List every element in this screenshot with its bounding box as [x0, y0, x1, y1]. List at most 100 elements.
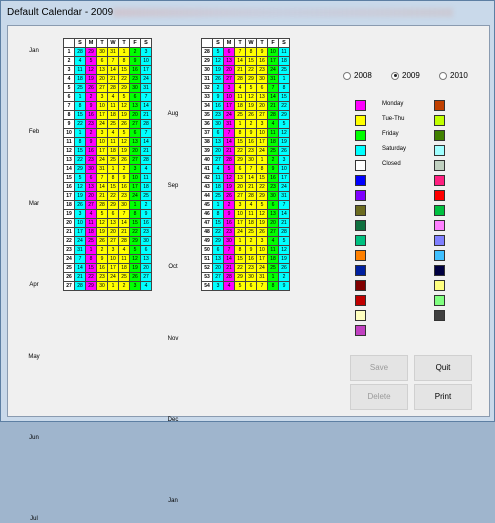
day-cell[interactable]: 11 — [140, 173, 152, 183]
day-cell[interactable]: 9 — [140, 209, 152, 219]
day-cell[interactable]: 24 — [234, 227, 246, 237]
day-cell[interactable]: 17 — [234, 218, 246, 228]
day-cell[interactable]: 21 — [107, 74, 119, 84]
color-swatch-right[interactable] — [434, 205, 445, 216]
day-cell[interactable]: 20 — [267, 218, 279, 228]
day-cell[interactable]: 10 — [223, 92, 235, 102]
day-cell[interactable]: 10 — [267, 47, 279, 57]
day-cell[interactable]: 22 — [107, 191, 119, 201]
day-cell[interactable]: 23 — [245, 263, 257, 273]
day-cell[interactable]: 25 — [140, 191, 152, 201]
day-cell[interactable]: 23 — [96, 272, 108, 282]
save-button[interactable]: Save — [350, 355, 408, 381]
day-cell[interactable]: 18 — [245, 218, 257, 228]
day-cell[interactable]: 18 — [107, 110, 119, 120]
day-cell[interactable]: 20 — [140, 263, 152, 273]
day-cell[interactable]: 17 — [278, 173, 290, 183]
day-cell[interactable]: 3 — [96, 128, 108, 138]
day-cell[interactable]: 25 — [107, 119, 119, 129]
color-swatch-right[interactable] — [434, 295, 445, 306]
day-cell[interactable]: 12 — [245, 92, 257, 102]
day-cell[interactable]: 7 — [256, 281, 268, 291]
day-cell[interactable]: 10 — [107, 254, 119, 264]
day-cell[interactable]: 22 — [234, 146, 246, 156]
day-cell[interactable]: 29 — [212, 236, 224, 246]
day-cell[interactable]: 25 — [118, 272, 130, 282]
day-cell[interactable]: 19 — [278, 254, 290, 264]
day-cell[interactable]: 12 — [223, 173, 235, 183]
day-cell[interactable]: 14 — [234, 56, 246, 66]
day-cell[interactable]: 17 — [256, 137, 268, 147]
day-cell[interactable]: 5 — [85, 56, 97, 66]
day-cell[interactable]: 13 — [267, 209, 279, 219]
day-cell[interactable]: 19 — [129, 263, 141, 273]
day-cell[interactable]: 28 — [234, 74, 246, 84]
day-cell[interactable]: 27 — [129, 119, 141, 129]
calendar-grid-left[interactable]: S M T W T F S 1 28 29 30 31 1 2 3 2 4 5 6 7 8 9 10 3 11 12 13 14 15 1… — [63, 38, 152, 291]
day-cell[interactable]: 6 — [129, 128, 141, 138]
day-cell[interactable]: 4 — [245, 200, 257, 210]
day-cell[interactable]: 17 — [74, 227, 86, 237]
day-cell[interactable]: 25 — [267, 263, 279, 273]
day-cell[interactable]: 14 — [118, 218, 130, 228]
day-cell[interactable]: 25 — [74, 83, 86, 93]
day-cell[interactable]: 7 — [107, 56, 119, 66]
day-cell[interactable]: 6 — [234, 164, 246, 174]
day-cell[interactable]: 5 — [74, 173, 86, 183]
day-cell[interactable]: 26 — [256, 227, 268, 237]
day-cell[interactable]: 21 — [223, 263, 235, 273]
day-cell[interactable]: 31 — [107, 47, 119, 57]
day-cell[interactable]: 14 — [140, 101, 152, 111]
day-cell[interactable]: 23 — [212, 110, 224, 120]
day-cell[interactable]: 22 — [212, 227, 224, 237]
color-swatch-left[interactable] — [355, 280, 366, 291]
day-cell[interactable]: 16 — [118, 182, 130, 192]
year-radio-2009[interactable]: 2009 — [391, 71, 420, 80]
day-cell[interactable]: 16 — [245, 254, 257, 264]
day-cell[interactable]: 3 — [129, 164, 141, 174]
day-cell[interactable]: 24 — [223, 110, 235, 120]
day-cell[interactable]: 24 — [278, 182, 290, 192]
day-cell[interactable]: 23 — [129, 74, 141, 84]
day-cell[interactable]: 7 — [234, 47, 246, 57]
day-cell[interactable]: 8 — [245, 47, 257, 57]
day-cell[interactable]: 4 — [267, 119, 279, 129]
day-cell[interactable]: 16 — [85, 146, 97, 156]
day-cell[interactable]: 30 — [96, 281, 108, 291]
day-cell[interactable]: 2 — [85, 128, 97, 138]
day-cell[interactable]: 28 — [74, 47, 86, 57]
day-cell[interactable]: 29 — [118, 83, 130, 93]
day-cell[interactable]: 15 — [74, 110, 86, 120]
day-cell[interactable]: 26 — [118, 119, 130, 129]
day-cell[interactable]: 1 — [212, 200, 224, 210]
day-cell[interactable]: 11 — [267, 245, 279, 255]
color-swatch-right[interactable] — [434, 175, 445, 186]
day-cell[interactable]: 21 — [234, 65, 246, 75]
day-cell[interactable]: 27 — [234, 191, 246, 201]
day-cell[interactable]: 12 — [278, 128, 290, 138]
day-cell[interactable]: 7 — [96, 173, 108, 183]
day-cell[interactable]: 20 — [129, 110, 141, 120]
day-cell[interactable]: 3 — [74, 209, 86, 219]
day-cell[interactable]: 2 — [223, 200, 235, 210]
day-cell[interactable]: 2 — [118, 281, 130, 291]
day-cell[interactable]: 3 — [212, 281, 224, 291]
day-cell[interactable]: 15 — [245, 56, 257, 66]
day-cell[interactable]: 4 — [74, 56, 86, 66]
day-cell[interactable]: 15 — [234, 254, 246, 264]
color-swatch-right[interactable] — [434, 160, 445, 171]
day-cell[interactable]: 7 — [74, 254, 86, 264]
year-radio-2010[interactable]: 2010 — [439, 71, 468, 80]
day-cell[interactable]: 20 — [223, 65, 235, 75]
day-cell[interactable]: 16 — [85, 110, 97, 120]
print-button[interactable]: Print — [414, 384, 472, 410]
day-cell[interactable]: 3 — [129, 281, 141, 291]
color-swatch-left[interactable] — [355, 310, 366, 321]
color-swatch-right[interactable] — [434, 265, 445, 276]
day-cell[interactable]: 19 — [118, 146, 130, 156]
day-cell[interactable]: 14 — [74, 263, 86, 273]
color-swatch-left[interactable] — [355, 160, 366, 171]
color-swatch-right[interactable] — [434, 235, 445, 246]
day-cell[interactable]: 1 — [234, 236, 246, 246]
day-cell[interactable]: 4 — [85, 209, 97, 219]
